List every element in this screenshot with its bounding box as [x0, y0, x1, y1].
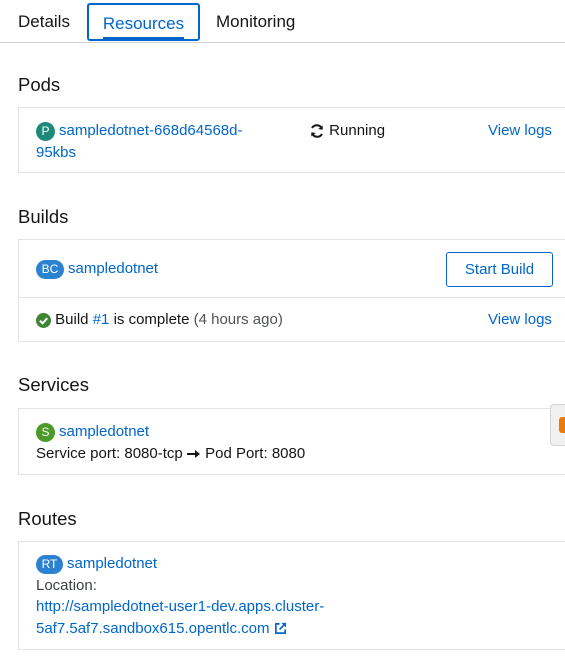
sync-icon [311, 124, 323, 138]
route-item: RT sampledotnet Location: http://sampledo… [36, 553, 324, 639]
builds-divider [19, 297, 565, 298]
build-prefix: Build [55, 311, 89, 328]
build-view-logs-link[interactable]: View logs [488, 310, 552, 330]
pod-name-link[interactable]: sampledotnet-668d64568d- 95kbs [36, 122, 242, 161]
pods-heading: Pods [18, 74, 61, 95]
route-name-link[interactable]: sampledotnet [67, 555, 157, 572]
build-status-text: is complete [113, 311, 190, 328]
check-circle-icon [36, 312, 51, 328]
pods-card: Psampledotnet-668d64568d- 95kbs Running V… [18, 107, 565, 173]
tab-details[interactable]: Details [18, 3, 70, 41]
pod-port-value: 8080 [271, 445, 306, 462]
pod-status-label: Running [329, 122, 386, 139]
arrow-right-icon [186, 450, 200, 459]
service-item: Ssampledotnet Service port: 8080-tcp Pod… [36, 421, 305, 465]
pod-badge: P [36, 121, 55, 141]
pod-view-logs-link[interactable]: View logs [488, 120, 552, 142]
route-badge: RT [36, 554, 63, 574]
quick-start-drawer-handle[interactable] [550, 404, 565, 446]
build-config-item: BC sampledotnet [36, 259, 158, 279]
start-build-button[interactable]: Start Build [446, 252, 553, 287]
routes-card: RT sampledotnet Location: http://sampledo… [18, 541, 565, 650]
tab-resources-label: Resources [102, 14, 185, 33]
build-status-item: Build #1 is complete (4 hours ago) [36, 310, 283, 330]
build-config-link[interactable]: sampledotnet [68, 260, 158, 277]
build-time: (4 hours ago) [193, 311, 283, 328]
external-link-icon [274, 622, 286, 635]
pod-item: Psampledotnet-668d64568d- 95kbs [36, 120, 242, 164]
tab-monitoring[interactable]: Monitoring [216, 3, 295, 41]
service-name-link[interactable]: sampledotnet [59, 423, 149, 440]
build-number-link[interactable]: #1 [93, 311, 110, 328]
tab-resources[interactable]: Resources [87, 3, 200, 41]
pod-port-label: Pod Port: [205, 445, 268, 462]
service-badge: S [36, 422, 55, 442]
builds-heading: Builds [18, 206, 69, 227]
route-location-label: Location: [36, 576, 97, 594]
active-tab-indicator [103, 37, 184, 40]
services-heading: Services [18, 374, 89, 395]
service-port-label: Service port: [36, 445, 121, 462]
drawer-handle-marker [559, 417, 565, 433]
routes-heading: Routes [18, 508, 77, 529]
service-port-value: 8080-tcp [124, 445, 183, 462]
tab-bar: Details Resources Monitoring [0, 0, 565, 43]
build-config-badge: BC [36, 259, 64, 279]
services-card: Ssampledotnet Service port: 8080-tcp Pod… [18, 408, 565, 475]
builds-card: BC sampledotnet Start Build Build #1 is c… [18, 239, 565, 342]
route-url-link[interactable]: http://sampledotnet-user1-dev.apps.clust… [36, 598, 324, 637]
pod-status: Running [309, 120, 385, 142]
